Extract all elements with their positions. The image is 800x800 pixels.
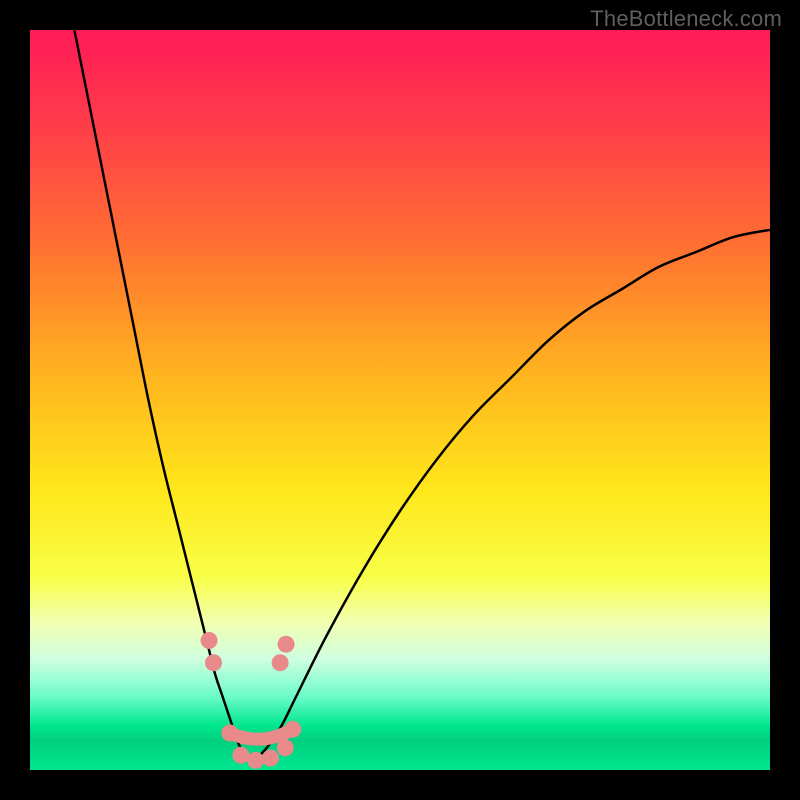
watermark-text: TheBottleneck.com [590,6,782,32]
marker-dot [247,752,264,769]
plot-area [30,30,770,770]
series-right-curve [252,230,770,763]
marker-dot [277,739,294,756]
marker-dot [232,747,249,764]
marker-connector [230,729,293,739]
marker-dot [201,632,218,649]
marker-dot [221,725,238,742]
marker-dot [284,721,301,738]
curve-layer [74,30,770,763]
marker-dot [278,636,295,653]
marker-dot [272,654,289,671]
chart-frame: TheBottleneck.com [0,0,800,800]
marker-dot [205,654,222,671]
series-left-curve [74,30,252,763]
chart-svg [30,30,770,770]
marker-layer [201,632,302,769]
marker-dot [262,750,279,767]
